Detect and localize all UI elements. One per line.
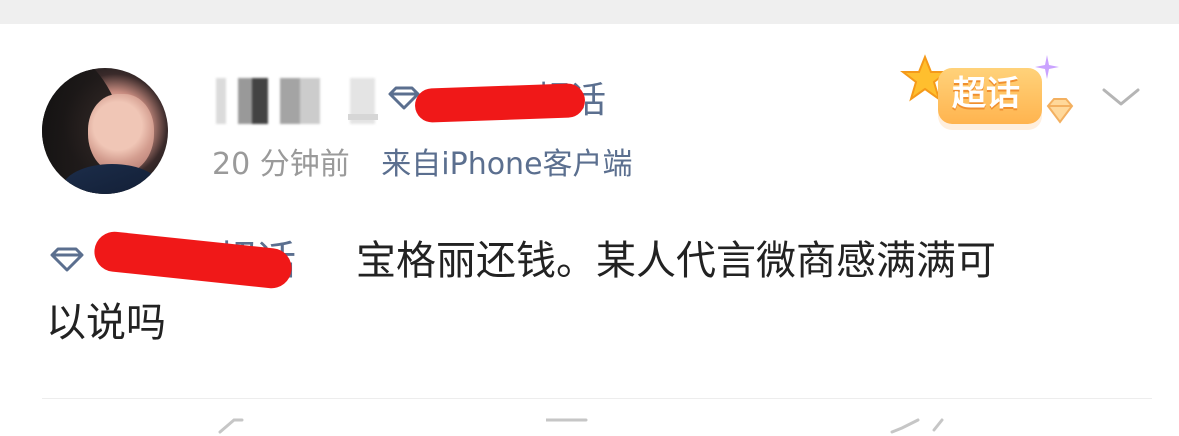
comment-icon[interactable] (546, 418, 610, 436)
badge-label: 超话 (952, 74, 1020, 114)
avatar-face (88, 94, 154, 174)
like-icon[interactable] (888, 418, 952, 436)
post-content-line-1: 超话 宝格丽还钱。某人代言微商感满满可 (46, 229, 1146, 292)
post-content: 超话 宝格丽还钱。某人代言微商感满满可 以说吗 (46, 229, 1146, 354)
divider (42, 398, 1152, 399)
post-meta: 20 分钟前 来自iPhone客户端 (212, 145, 633, 185)
post-author-row: 超话 (210, 78, 730, 124)
username-underline (348, 114, 378, 120)
post-content-line-2: 以说吗 (46, 300, 166, 346)
post-source: 来自iPhone客户端 (381, 147, 632, 182)
redaction-mark (414, 83, 586, 123)
post-action-bar (0, 408, 1179, 434)
gem-icon (1046, 98, 1074, 124)
super-topic-badge[interactable]: 超话 (900, 52, 1080, 132)
chevron-down-icon[interactable] (1100, 82, 1142, 112)
repost-icon[interactable] (214, 418, 278, 436)
post-text: 宝格丽还钱。某人代言微商感满满可 (356, 238, 996, 284)
top-system-bar (0, 0, 1179, 24)
diamond-icon (46, 244, 88, 274)
post-time: 20 分钟前 (212, 147, 350, 182)
post-source-client: iPhone客户端 (441, 147, 633, 182)
avatar[interactable] (42, 68, 168, 194)
post-source-prefix: 来自 (381, 147, 442, 182)
